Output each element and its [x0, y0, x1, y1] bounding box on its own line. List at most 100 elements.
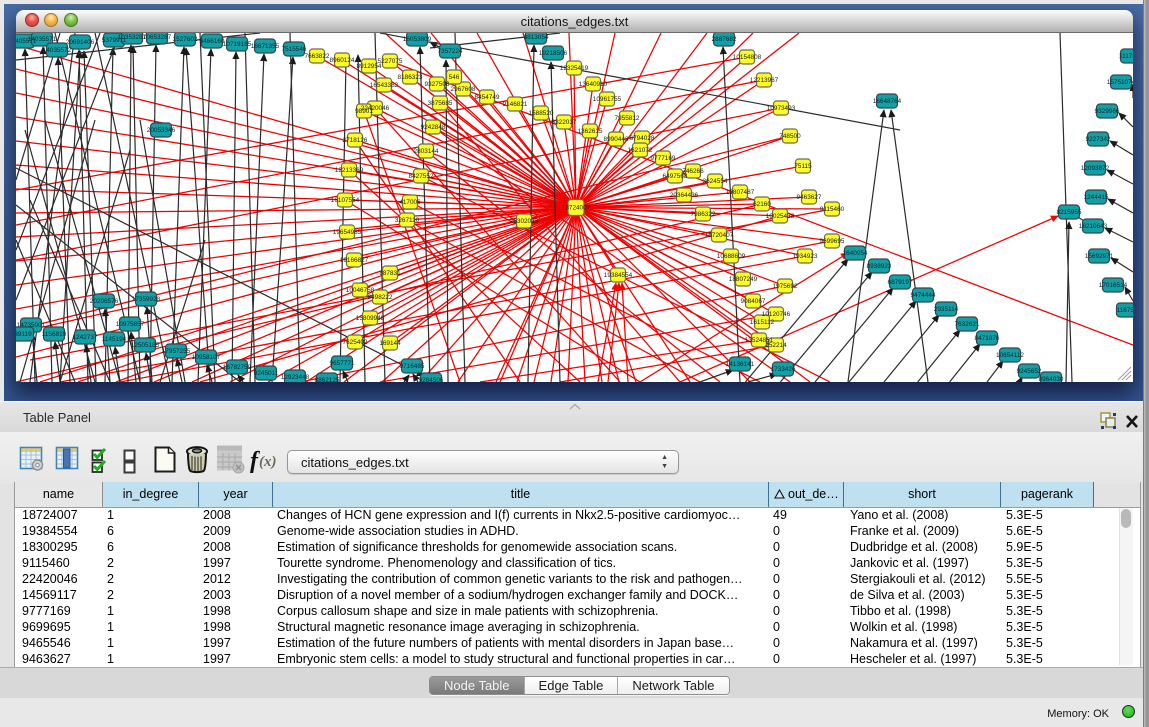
svg-text:2935114: 2935114 — [934, 306, 959, 313]
svg-text:25302033: 25302033 — [510, 218, 539, 225]
svg-text:8454749: 8454749 — [475, 94, 500, 101]
svg-text:5227075: 5227075 — [378, 58, 403, 65]
svg-text:1117316: 1117316 — [1119, 53, 1133, 60]
svg-text:19654985: 19654985 — [333, 229, 362, 236]
svg-text:7357224: 7357224 — [438, 48, 463, 55]
svg-text:9329966: 9329966 — [1095, 108, 1120, 115]
svg-text:887831: 887831 — [379, 270, 401, 277]
svg-text:3267110: 3267110 — [395, 217, 420, 224]
svg-text:20206576: 20206576 — [90, 298, 119, 305]
svg-text:2718126: 2718126 — [343, 137, 368, 144]
svg-text:1588520: 1588520 — [529, 110, 554, 117]
svg-text:15751074: 15751074 — [1107, 79, 1133, 86]
svg-text:1145194: 1145194 — [102, 336, 127, 343]
svg-text:9463627: 9463627 — [797, 194, 822, 201]
svg-text:1244415: 1244415 — [1084, 194, 1109, 201]
svg-text:15809948: 15809948 — [356, 315, 385, 322]
svg-text:1640954: 1640954 — [843, 250, 868, 257]
svg-text:8938923: 8938923 — [867, 263, 892, 270]
svg-text:14035571: 14035571 — [28, 36, 57, 43]
svg-text:6879197: 6879197 — [888, 279, 913, 286]
svg-text:2803144: 2803144 — [414, 148, 439, 155]
svg-text:17957255: 17957255 — [162, 348, 191, 355]
svg-text:2967608: 2967608 — [451, 86, 476, 93]
svg-text:15692971: 15692971 — [1085, 253, 1114, 260]
svg-text:17016514: 17016514 — [1099, 282, 1128, 289]
svg-text:19166827: 19166827 — [340, 257, 369, 264]
svg-text:9474444: 9474444 — [911, 292, 936, 299]
svg-text:1975692: 1975692 — [773, 283, 798, 290]
svg-text:14035572: 14035572 — [43, 47, 72, 54]
svg-text:8498222: 8498222 — [368, 294, 393, 301]
svg-text:1242737: 1242737 — [73, 334, 98, 341]
svg-text:16210643: 16210643 — [1079, 223, 1108, 230]
svg-text:8960124: 8960124 — [330, 57, 355, 64]
svg-text:16782759: 16782759 — [223, 364, 252, 371]
svg-text:16671355: 16671355 — [251, 43, 280, 50]
svg-text:98901: 98901 — [355, 108, 373, 115]
svg-text:9115460: 9115460 — [820, 206, 845, 213]
svg-text:8471876: 8471876 — [975, 335, 1000, 342]
svg-text:16543382: 16543382 — [370, 82, 399, 89]
svg-text:1934923: 1934923 — [793, 253, 818, 260]
svg-text:12093872: 12093872 — [1081, 165, 1110, 172]
svg-text:14136141: 14136141 — [726, 361, 755, 368]
svg-text:75115: 75115 — [794, 163, 812, 170]
svg-text:9327508: 9327508 — [425, 81, 450, 88]
svg-text:8322037: 8322037 — [552, 119, 577, 126]
svg-text:1615112: 1615112 — [750, 319, 775, 326]
svg-text:8862125: 8862125 — [315, 377, 340, 382]
svg-text:546: 546 — [449, 74, 460, 81]
svg-text:9716485: 9716485 — [400, 363, 425, 370]
svg-text:8427552: 8427552 — [409, 173, 434, 180]
svg-text:9242848: 9242848 — [421, 124, 446, 131]
svg-text:10154808: 10154808 — [733, 54, 762, 61]
svg-text:12505185: 12505185 — [131, 342, 160, 349]
svg-text:16107554: 16107554 — [331, 197, 360, 204]
svg-text:12923448: 12923448 — [281, 374, 310, 381]
svg-text:1733426: 1733426 — [771, 366, 796, 373]
svg-text:10958107: 10958107 — [192, 354, 221, 361]
svg-text:1527602: 1527602 — [173, 36, 198, 43]
svg-text:7986322: 7986322 — [691, 211, 716, 218]
svg-text:20691406: 20691406 — [66, 39, 95, 46]
svg-text:9227342: 9227342 — [1086, 136, 1111, 143]
svg-text:13640910: 13640910 — [579, 81, 608, 88]
svg-text:10688609: 10688609 — [717, 253, 746, 260]
svg-text:6794028: 6794028 — [630, 135, 655, 142]
svg-text:3875685: 3875685 — [428, 100, 453, 107]
svg-text:1156819: 1156819 — [42, 331, 67, 338]
svg-text:20364436: 20364436 — [670, 192, 699, 199]
svg-text:10719185: 10719185 — [223, 41, 252, 48]
svg-text:7515546: 7515546 — [282, 46, 307, 53]
svg-text:9699695: 9699695 — [820, 238, 845, 245]
svg-text:9284506: 9284506 — [419, 377, 444, 382]
svg-text:6466160: 6466160 — [200, 38, 225, 45]
svg-text:17359928: 17359928 — [132, 296, 161, 303]
svg-text:9146821: 9146821 — [503, 101, 528, 108]
svg-text:417006: 417006 — [399, 199, 421, 206]
svg-text:20053346: 20053346 — [147, 127, 176, 134]
svg-text:8990443: 8990443 — [604, 136, 629, 143]
svg-text:7632621: 7632621 — [955, 321, 980, 328]
svg-text:9245011: 9245011 — [254, 370, 279, 377]
svg-text:10973493: 10973493 — [767, 105, 796, 112]
svg-text:10807487: 10807487 — [726, 189, 755, 196]
svg-text:1362615: 1362615 — [578, 128, 603, 135]
svg-text:169144: 169144 — [379, 340, 401, 347]
svg-text:12213369: 12213369 — [335, 167, 364, 174]
svg-text:18807249: 18807249 — [729, 276, 758, 283]
svg-text:8813054: 8813054 — [524, 34, 549, 41]
svg-text:7955812: 7955812 — [615, 115, 640, 122]
svg-text:116753: 116753 — [1117, 307, 1133, 314]
svg-text:19218506: 19218506 — [539, 50, 568, 57]
svg-text:10654112: 10654112 — [996, 352, 1024, 359]
svg-text:16648764: 16648764 — [873, 98, 902, 105]
svg-text:10975857: 10975857 — [116, 321, 145, 328]
svg-text:16053809: 16053809 — [403, 36, 432, 43]
svg-text:10961755: 10961755 — [593, 96, 622, 103]
svg-text:8215955: 8215955 — [1057, 209, 1082, 216]
svg-text:62160: 62160 — [753, 201, 771, 208]
svg-text:3624554: 3624554 — [703, 178, 728, 185]
svg-text:6497568: 6497568 — [663, 173, 688, 180]
